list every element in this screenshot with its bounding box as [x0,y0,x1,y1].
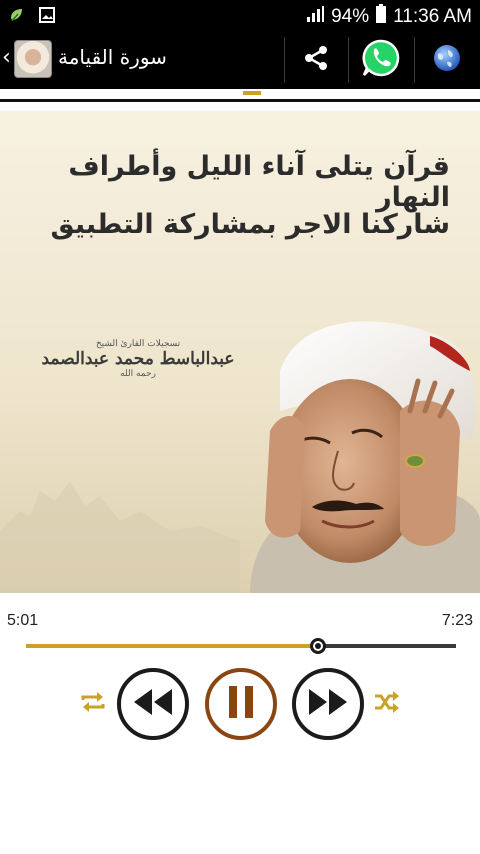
share-icon [301,43,331,77]
elapsed-time: 5:01 [7,612,39,629]
globe-icon [432,43,462,77]
calligraphy-caption: تسجيلات القارئ الشيخ [95,339,181,349]
seek-progress [26,644,319,648]
seek-bar[interactable] [26,638,456,654]
page-title: سورة القيامة [58,45,167,69]
share-button[interactable] [286,37,346,83]
back-chevron-icon[interactable]: ‹ [2,45,11,70]
rewind-icon [132,687,174,721]
app-notification-icon [8,6,26,30]
clock: 11:36 AM [393,6,472,27]
pause-button[interactable] [205,668,277,740]
battery-icon [375,4,387,30]
app-logo[interactable] [14,40,52,78]
content-border [0,99,480,102]
pause-icon [226,685,256,723]
calligraphy-name: عبدالباسط محمد عبدالصمد [41,349,235,369]
whatsapp-button[interactable] [350,37,412,83]
status-bar: 94% 11:36 AM [0,0,480,31]
shuffle-icon [373,690,401,718]
banner-line-2: شاركنا الاجر بمشاركة التطبيق [50,209,450,240]
image-notification-icon [38,6,56,30]
action-divider [284,37,285,83]
page-indicator-dot-active [243,91,261,95]
app-screen: 94% 11:36 AM ‹ سورة القيامة قرآن يتلى آن… [0,0,480,854]
action-divider [348,37,349,83]
fast-forward-icon [307,687,349,721]
repeat-icon [79,690,107,718]
page-indicator-dot [219,91,237,95]
banner-line-1: قرآن يتلى آناء الليل وأطراف النهار [68,151,450,213]
battery-percent: 94% [331,6,370,27]
fast-forward-button[interactable] [292,668,364,740]
whatsapp-icon [361,38,401,82]
shuffle-button[interactable] [372,690,402,718]
duration-time: 7:23 [441,612,473,629]
action-divider [414,37,415,83]
calligraphy-suffix: رحمه الله [120,369,156,379]
web-button[interactable] [416,37,478,83]
action-bar: ‹ سورة القيامة [0,31,480,89]
reciter-calligraphy: تسجيلات القارئ الشيخ عبدالباسط محمد عبدا… [38,339,238,389]
reciter-banner: قرآن يتلى آناء الليل وأطراف النهار شاركن… [0,111,480,593]
repeat-button[interactable] [78,690,108,718]
signal-icon [305,5,325,29]
seek-thumb[interactable] [310,638,327,654]
rewind-button[interactable] [117,668,189,740]
